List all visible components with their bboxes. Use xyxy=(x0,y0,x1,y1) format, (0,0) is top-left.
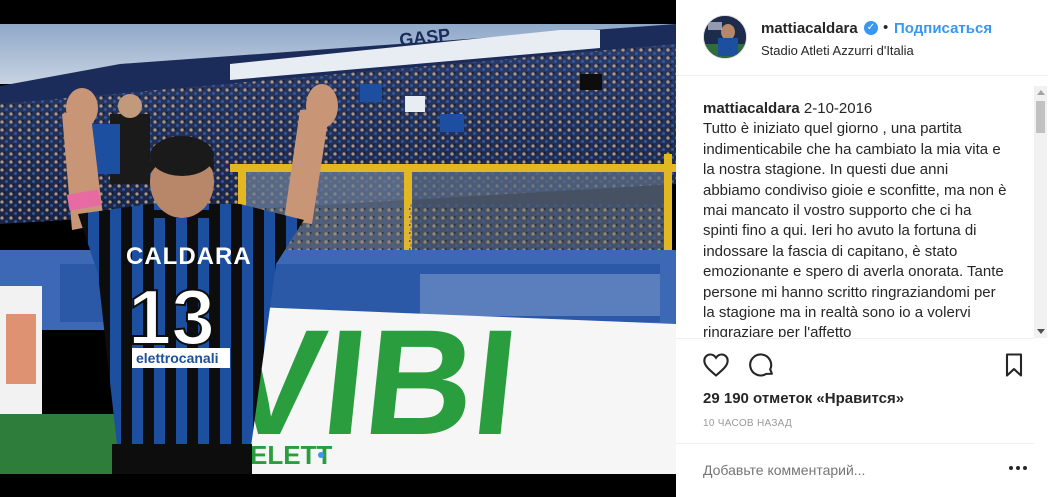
carousel-dot xyxy=(318,452,324,458)
scroll-thumb[interactable] xyxy=(1036,101,1045,133)
photo-frame: GASP VIBI ELETT CALDARA 13 elettrocanali xyxy=(0,0,676,497)
header-separator: • xyxy=(883,19,889,36)
jersey-number: 13 xyxy=(128,273,215,361)
scroll-up-icon[interactable] xyxy=(1037,90,1045,95)
likes-count[interactable]: 29 190 отметок «Нравится» xyxy=(703,390,904,407)
verified-badge-icon: ✓ xyxy=(864,21,878,35)
comment-icon[interactable] xyxy=(748,351,776,379)
caption-area: mattiacaldara 2-10-2016 Tutto è iniziato… xyxy=(703,99,1009,337)
bookmark-icon[interactable] xyxy=(1000,351,1028,379)
more-options-icon[interactable] xyxy=(1009,466,1027,470)
follow-button[interactable]: Подписаться xyxy=(894,20,992,37)
heart-icon[interactable] xyxy=(702,351,730,379)
post-header: mattiacaldara ✓ • Подписаться Stadio Atl… xyxy=(676,0,1048,76)
caption-scrollbar[interactable] xyxy=(1034,86,1047,338)
header-username[interactable]: mattiacaldara xyxy=(761,20,858,37)
carousel-indicator xyxy=(318,452,324,458)
post-side-panel: mattiacaldara ✓ • Подписаться Stadio Atl… xyxy=(676,0,1048,497)
action-bar xyxy=(676,338,1034,390)
add-comment-bar xyxy=(676,443,1034,497)
caption-username[interactable]: mattiacaldara xyxy=(703,100,800,117)
comment-input[interactable] xyxy=(703,462,973,478)
post-time[interactable]: 10 ЧАСОВ НАЗАД xyxy=(703,418,792,429)
caption-text: Tutto è iniziato quel giorno , una parti… xyxy=(703,120,1007,337)
caption-date: 2-10-2016 xyxy=(803,100,873,117)
avatar[interactable] xyxy=(703,15,747,59)
jersey-sponsor: elettrocanali xyxy=(136,350,218,366)
post-photo[interactable]: GASP VIBI ELETT CALDARA 13 elettrocanali xyxy=(0,24,676,474)
jersey-name: CALDARA xyxy=(126,243,252,270)
post-location[interactable]: Stadio Atleti Azzurri d'Italia xyxy=(761,43,914,58)
scroll-down-icon[interactable] xyxy=(1037,329,1045,334)
